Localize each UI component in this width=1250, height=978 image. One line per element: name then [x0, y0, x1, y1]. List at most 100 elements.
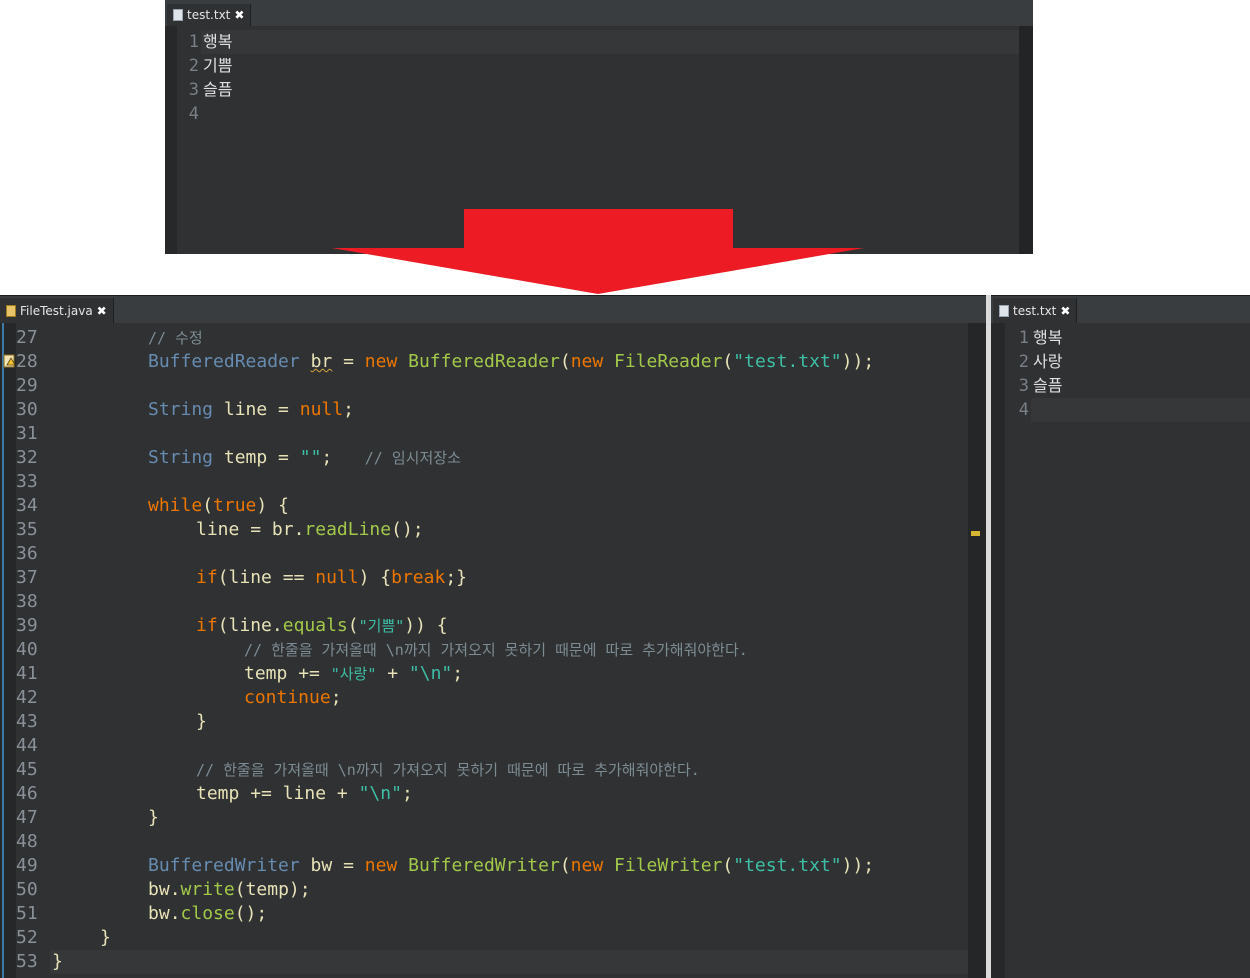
- paren-token: ) {: [358, 567, 392, 588]
- variable-token: line: [196, 519, 240, 540]
- keyword-token: new: [570, 855, 604, 876]
- brace-token: }: [100, 927, 111, 948]
- brace-token: }: [148, 807, 159, 828]
- keyword-token: null: [315, 567, 359, 588]
- text-file-icon: [999, 305, 1009, 317]
- line-number: 29: [16, 375, 38, 396]
- line-number: 1: [188, 32, 199, 52]
- top-editor-line-numbers: 1 2 3 4: [177, 26, 201, 254]
- method-token: write: [180, 879, 235, 900]
- line-number: 49: [16, 855, 38, 876]
- line-number: 47: [16, 807, 38, 828]
- right-editor-tab[interactable]: test.txt ✖: [993, 298, 1078, 324]
- paren-token: (: [559, 351, 571, 372]
- keyword-token: while: [148, 495, 203, 516]
- type-token: String: [148, 399, 214, 420]
- operator-token: =: [267, 399, 300, 420]
- code-line-43: }: [196, 710, 207, 734]
- string-token: "test.txt": [733, 855, 842, 876]
- punct-token: ;}: [445, 567, 467, 588]
- close-icon[interactable]: ✖: [1060, 304, 1070, 318]
- code-line-49: BufferedWriter bw = new BufferedWriter(n…: [148, 854, 874, 878]
- paren-token: (: [202, 495, 214, 516]
- operator-token: +: [326, 783, 359, 804]
- string-token: "\n": [358, 783, 402, 804]
- punct-token: ;: [452, 663, 464, 684]
- punct-token: .: [169, 879, 181, 900]
- variable-token: br: [271, 519, 294, 540]
- paren-token: (: [217, 567, 229, 588]
- java-editor-overview-ruler[interactable]: [968, 323, 986, 978]
- line-number: 3: [188, 80, 199, 100]
- text-line: 기쁨: [203, 56, 233, 75]
- operator-token: +=: [287, 663, 331, 684]
- paren-token: (: [234, 879, 246, 900]
- keyword-token: break: [391, 567, 446, 588]
- top-editor-scrollbar[interactable]: [1019, 26, 1033, 254]
- line-number: 32: [16, 447, 38, 468]
- text-line: 행복: [201, 30, 1021, 54]
- variable-token: line: [228, 567, 272, 588]
- operator-token: =: [332, 351, 365, 372]
- method-token: readLine: [304, 519, 392, 540]
- keyword-token: if: [196, 567, 218, 588]
- operator-token: =: [267, 447, 300, 468]
- right-editor-text-area[interactable]: 행복 사랑 슬픔: [1031, 323, 1250, 978]
- line-number: 2: [1018, 352, 1029, 372]
- occurrence-marker[interactable]: [971, 531, 980, 536]
- line-number: 35: [16, 519, 38, 540]
- method-token: close: [180, 903, 235, 924]
- close-icon[interactable]: ✖: [234, 8, 244, 22]
- line-number: 51: [16, 903, 38, 924]
- class-token: BufferedWriter: [397, 855, 560, 876]
- code-line-53: }: [50, 950, 968, 974]
- line-number: 3: [1018, 376, 1029, 396]
- java-file-icon: [6, 305, 16, 317]
- keyword-token: if: [196, 615, 218, 636]
- code-comment: // 한줄을 가져올때 \n까지 가져오지 못하기 때문에 따로 추가해줘야한다…: [244, 641, 748, 659]
- keyword-token: continue: [244, 687, 331, 708]
- line-number: 1: [1018, 328, 1029, 348]
- paren-token: (: [559, 855, 571, 876]
- java-editor-code-area[interactable]: // 수정 BufferedReader br = new BufferedRe…: [50, 323, 968, 978]
- code-line-39: if(line.equals("기쁨")) {: [196, 614, 448, 638]
- line-number: 50: [16, 879, 38, 900]
- code-line-34: while(true) {: [148, 494, 289, 518]
- code-line-40: // 한줄을 가져올때 \n까지 가져오지 못하기 때문에 따로 추가해줘야한다…: [244, 638, 748, 662]
- close-icon[interactable]: ✖: [97, 304, 107, 318]
- paren-token: (: [347, 615, 359, 636]
- down-arrow-icon: [332, 248, 864, 294]
- code-line-27: // 수정: [148, 326, 203, 350]
- punct-token: .: [271, 615, 283, 636]
- variable-token: line: [228, 615, 272, 636]
- java-editor-tab[interactable]: FileTest.java ✖: [0, 298, 114, 324]
- paren-token: ();: [391, 519, 424, 540]
- class-token: FileWriter: [603, 855, 723, 876]
- operator-token: ==: [271, 567, 316, 588]
- operator-token: =: [332, 855, 365, 876]
- paren-token: ));: [841, 855, 875, 876]
- string-token: "test.txt": [733, 351, 842, 372]
- right-editor-tabbar: test.txt ✖: [991, 295, 1250, 324]
- class-token: BufferedReader: [397, 351, 560, 372]
- text-line: [1031, 398, 1250, 422]
- line-number: 36: [16, 543, 38, 564]
- code-comment: // 임시저장소: [364, 449, 461, 467]
- variable-token: bw: [299, 855, 333, 876]
- text-line: 슬픔: [203, 80, 233, 99]
- variable-token: bw: [148, 903, 170, 924]
- line-number: 48: [16, 831, 38, 852]
- keyword-token: new: [570, 351, 604, 372]
- java-editor-tab-label: FileTest.java: [20, 304, 93, 318]
- line-number: 2: [188, 56, 199, 76]
- punct-token: .: [169, 903, 181, 924]
- warning-icon[interactable]: [3, 354, 16, 368]
- text-line: [201, 102, 1021, 126]
- type-token: String: [148, 447, 214, 468]
- code-line-42: continue;: [244, 686, 342, 710]
- right-editor-line-numbers: 1 2 3 4: [1005, 323, 1031, 978]
- line-number: 43: [16, 711, 38, 732]
- line-number: 30: [16, 399, 38, 420]
- paren-token: (: [217, 615, 229, 636]
- top-editor-tab[interactable]: test.txt ✖: [167, 4, 252, 26]
